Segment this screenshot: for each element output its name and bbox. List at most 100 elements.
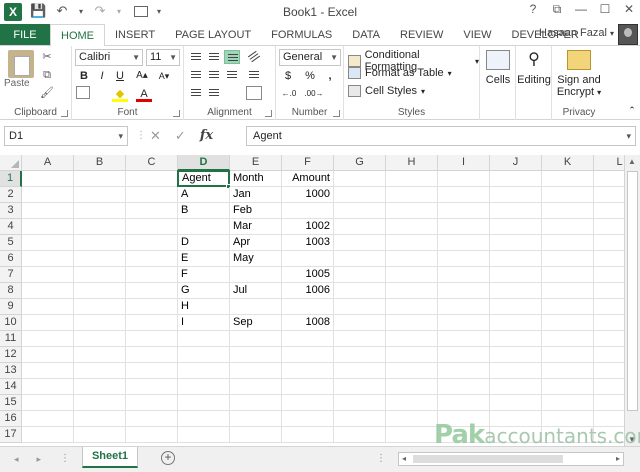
increase-indent-icon[interactable] bbox=[206, 86, 222, 100]
cell-d1[interactable]: Agent bbox=[177, 170, 230, 187]
cell-j3[interactable] bbox=[490, 203, 542, 219]
align-center-icon[interactable] bbox=[206, 68, 222, 82]
cell-j13[interactable] bbox=[490, 363, 542, 379]
tab-page-layout[interactable]: PAGE LAYOUT bbox=[165, 24, 261, 45]
row-header-1[interactable]: 1 bbox=[0, 171, 22, 187]
prev-sheet-icon[interactable]: ◂ bbox=[14, 454, 19, 465]
collapse-ribbon-icon[interactable]: ⌃ bbox=[624, 102, 640, 118]
cell-j4[interactable] bbox=[490, 219, 542, 235]
column-header-a[interactable]: A bbox=[22, 155, 74, 171]
cell-i4[interactable] bbox=[438, 219, 490, 235]
cell-k3[interactable] bbox=[542, 203, 594, 219]
cell-e5[interactable]: Apr bbox=[230, 235, 282, 251]
cell-f5[interactable]: 1003 bbox=[282, 235, 334, 251]
row-header-16[interactable]: 16 bbox=[0, 411, 22, 427]
cell-d12[interactable] bbox=[178, 347, 230, 363]
add-sheet-button[interactable]: + bbox=[161, 451, 175, 465]
cell-e6[interactable]: May bbox=[230, 251, 282, 267]
decrease-indent-icon[interactable] bbox=[188, 86, 204, 100]
number-format-dropdown[interactable]: General ▼ bbox=[279, 49, 341, 66]
cell-j7[interactable] bbox=[490, 267, 542, 283]
font-name-dropdown[interactable]: Calibri ▼ bbox=[75, 49, 143, 66]
row-header-13[interactable]: 13 bbox=[0, 363, 22, 379]
cell-f3[interactable] bbox=[282, 203, 334, 219]
cell-h3[interactable] bbox=[386, 203, 438, 219]
align-left-icon[interactable] bbox=[188, 68, 204, 82]
cell-e15[interactable] bbox=[230, 395, 282, 411]
formula-input[interactable]: Agent ▾ bbox=[246, 126, 636, 146]
row-header-7[interactable]: 7 bbox=[0, 267, 22, 283]
cell-h4[interactable] bbox=[386, 219, 438, 235]
cell-f2[interactable]: 1000 bbox=[282, 187, 334, 203]
comma-button[interactable]: , bbox=[322, 68, 338, 84]
column-header-d[interactable]: D bbox=[178, 155, 230, 171]
decrease-decimal-button[interactable]: .00→ bbox=[302, 86, 326, 102]
merge-center-icon[interactable] bbox=[246, 86, 262, 100]
sheet-tab-sheet1[interactable]: Sheet1 bbox=[82, 447, 138, 468]
cell-a3[interactable] bbox=[22, 203, 74, 219]
cell-h11[interactable] bbox=[386, 331, 438, 347]
middle-align-icon[interactable] bbox=[206, 50, 222, 64]
cell-f1[interactable]: Amount bbox=[282, 171, 334, 187]
cell-k1[interactable] bbox=[542, 171, 594, 187]
cell-i13[interactable] bbox=[438, 363, 490, 379]
column-header-c[interactable]: C bbox=[126, 155, 178, 171]
sign-encrypt-button[interactable]: Sign and Encrypt ▾ bbox=[554, 50, 604, 98]
cell-i12[interactable] bbox=[438, 347, 490, 363]
cell-a13[interactable] bbox=[22, 363, 74, 379]
cell-f9[interactable] bbox=[282, 299, 334, 315]
drag-handle-icon[interactable]: ⋮ bbox=[136, 130, 146, 141]
cell-b6[interactable] bbox=[74, 251, 126, 267]
cell-e7[interactable] bbox=[230, 267, 282, 283]
cell-f4[interactable]: 1002 bbox=[282, 219, 334, 235]
cell-e1[interactable]: Month bbox=[230, 171, 282, 187]
font-launcher-icon[interactable] bbox=[173, 110, 180, 117]
cell-e12[interactable] bbox=[230, 347, 282, 363]
cell-d9[interactable]: H bbox=[178, 299, 230, 315]
avatar[interactable] bbox=[618, 24, 638, 45]
cell-g5[interactable] bbox=[334, 235, 386, 251]
row-header-3[interactable]: 3 bbox=[0, 203, 22, 219]
clipboard-launcher-icon[interactable] bbox=[61, 110, 68, 117]
cell-g17[interactable] bbox=[334, 427, 386, 443]
cell-c7[interactable] bbox=[126, 267, 178, 283]
cell-a9[interactable] bbox=[22, 299, 74, 315]
cell-e9[interactable] bbox=[230, 299, 282, 315]
cell-b14[interactable] bbox=[74, 379, 126, 395]
cell-l8[interactable] bbox=[594, 283, 624, 299]
cell-j6[interactable] bbox=[490, 251, 542, 267]
vertical-scrollbar[interactable]: ▲ ▼ bbox=[624, 155, 640, 446]
cell-b11[interactable] bbox=[74, 331, 126, 347]
scroll-right-icon[interactable]: ▸ bbox=[616, 453, 620, 465]
cell-c10[interactable] bbox=[126, 315, 178, 331]
cell-i14[interactable] bbox=[438, 379, 490, 395]
cell-a4[interactable] bbox=[22, 219, 74, 235]
cell-g7[interactable] bbox=[334, 267, 386, 283]
cell-l2[interactable] bbox=[594, 187, 624, 203]
column-header-j[interactable]: J bbox=[490, 155, 542, 171]
cell-c17[interactable] bbox=[126, 427, 178, 443]
cell-f17[interactable] bbox=[282, 427, 334, 443]
cell-l5[interactable] bbox=[594, 235, 624, 251]
cell-f7[interactable]: 1005 bbox=[282, 267, 334, 283]
cell-g11[interactable] bbox=[334, 331, 386, 347]
cell-g13[interactable] bbox=[334, 363, 386, 379]
name-box[interactable]: D1 ▾ bbox=[4, 126, 128, 146]
cell-h8[interactable] bbox=[386, 283, 438, 299]
cell-a16[interactable] bbox=[22, 411, 74, 427]
cell-k6[interactable] bbox=[542, 251, 594, 267]
next-sheet-icon[interactable]: ▸ bbox=[37, 454, 42, 465]
cell-e13[interactable] bbox=[230, 363, 282, 379]
cell-i8[interactable] bbox=[438, 283, 490, 299]
cell-g1[interactable] bbox=[334, 171, 386, 187]
scroll-left-icon[interactable]: ◂ bbox=[402, 453, 406, 465]
font-color-icon[interactable]: A bbox=[136, 86, 152, 102]
cell-l13[interactable] bbox=[594, 363, 624, 379]
row-header-5[interactable]: 5 bbox=[0, 235, 22, 251]
vertical-scroll-thumb[interactable] bbox=[627, 171, 638, 411]
cell-f10[interactable]: 1008 bbox=[282, 315, 334, 331]
row-header-9[interactable]: 9 bbox=[0, 299, 22, 315]
cell-c9[interactable] bbox=[126, 299, 178, 315]
cell-f14[interactable] bbox=[282, 379, 334, 395]
cell-h1[interactable] bbox=[386, 171, 438, 187]
